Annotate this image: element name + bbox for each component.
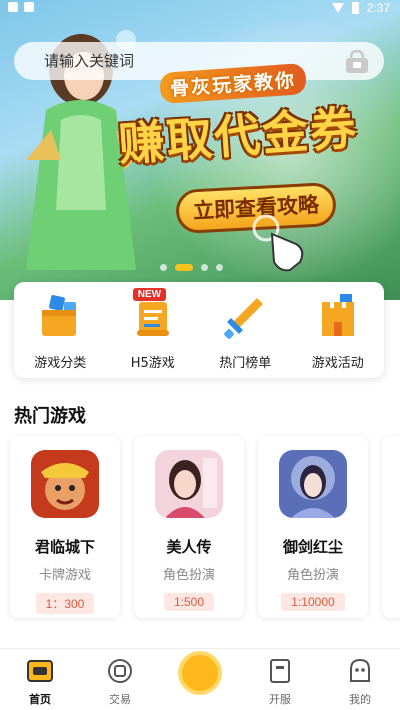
pointing-hand-icon — [252, 214, 304, 272]
game-type: 角色扮演 — [286, 568, 339, 583]
bottom-nav: 首页 交易 开服 我的 — [0, 648, 400, 710]
category-game-types[interactable]: 游戏分类 — [20, 292, 100, 378]
category-label: 游戏活动 — [311, 356, 364, 371]
app-notification-icon — [24, 2, 34, 12]
game-rebate-ratio: 1:10000 — [281, 593, 345, 611]
game-card-junlin[interactable]: 君临城下 卡牌游戏 1：300 — [10, 436, 120, 618]
game-card-meirenzhuan[interactable]: 美人传 角色扮演 1:500 — [134, 436, 244, 618]
game-card-yujianhongchen[interactable]: 御剑红尘 角色扮演 1:10000 — [258, 436, 368, 618]
carousel-indicator — [160, 264, 223, 271]
carousel-dot-active[interactable] — [175, 264, 193, 271]
nav-trade[interactable]: 交易 — [90, 657, 150, 707]
category-h5-games[interactable]: NEW H5游戏 — [113, 288, 193, 378]
sword-icon — [224, 298, 264, 339]
game-icon-meirenzhuan — [155, 450, 223, 518]
game-category-icon — [42, 295, 77, 336]
castle-icon — [321, 294, 354, 336]
category-label: 热门榜单 — [219, 356, 272, 371]
carousel-dot[interactable] — [160, 264, 167, 271]
game-rebate-ratio: 1：300 — [35, 593, 95, 614]
nav-server-open[interactable]: 开服 — [250, 657, 310, 707]
nav-label: 首页 — [29, 693, 51, 706]
category-label: H5游戏 — [130, 356, 175, 371]
carousel-dot[interactable] — [216, 264, 223, 271]
nav-profile[interactable]: 我的 — [330, 657, 390, 707]
home-icon — [27, 660, 53, 682]
category-label: 游戏分类 — [34, 356, 87, 371]
hot-games-list[interactable]: 君临城下 卡牌游戏 1：300 美人传 角色扮演 1:500 御剑红尘 角色扮演… — [10, 436, 400, 622]
game-name: 御剑红尘 — [282, 538, 343, 556]
center-coin-icon[interactable] — [178, 651, 222, 695]
trade-icon — [108, 659, 132, 683]
carousel-dot[interactable] — [201, 264, 208, 271]
game-name: 君临城下 — [34, 538, 95, 556]
game-type: 卡牌游戏 — [38, 568, 91, 583]
status-time: 2:37 — [366, 1, 390, 15]
nav-home[interactable]: 首页 — [10, 657, 70, 707]
nav-label: 开服 — [269, 693, 291, 706]
server-open-icon — [270, 659, 290, 683]
category-game-events[interactable]: 游戏活动 — [298, 292, 378, 378]
game-card-next[interactable] — [382, 436, 400, 618]
status-bar: 2:37 — [0, 0, 400, 18]
banner-carousel[interactable]: 2:37 骨灰玩家教你 赚取代金券 立即查看攻略 — [0, 0, 400, 300]
category-shortcuts: 游戏分类 NEW H5游戏 热门榜单 游戏活动 — [14, 282, 384, 378]
battery-icon — [351, 2, 359, 14]
category-hot-rankings[interactable]: 热门榜单 — [205, 292, 285, 378]
game-rebate-ratio: 1:500 — [163, 593, 215, 611]
game-icon-yujianhongchen — [279, 450, 347, 518]
hot-games-title: 热门游戏 — [14, 406, 86, 427]
game-icon-junlin — [31, 450, 99, 518]
notification-icon — [8, 2, 18, 12]
game-type: 角色扮演 — [162, 568, 215, 583]
h5-scroll-icon — [136, 302, 169, 336]
nav-label: 我的 — [349, 693, 371, 706]
nav-label: 交易 — [109, 693, 131, 706]
gift-bag-icon[interactable] — [344, 50, 370, 74]
game-name: 美人传 — [166, 538, 212, 556]
profile-icon — [350, 658, 370, 682]
wifi-icon — [331, 3, 344, 13]
